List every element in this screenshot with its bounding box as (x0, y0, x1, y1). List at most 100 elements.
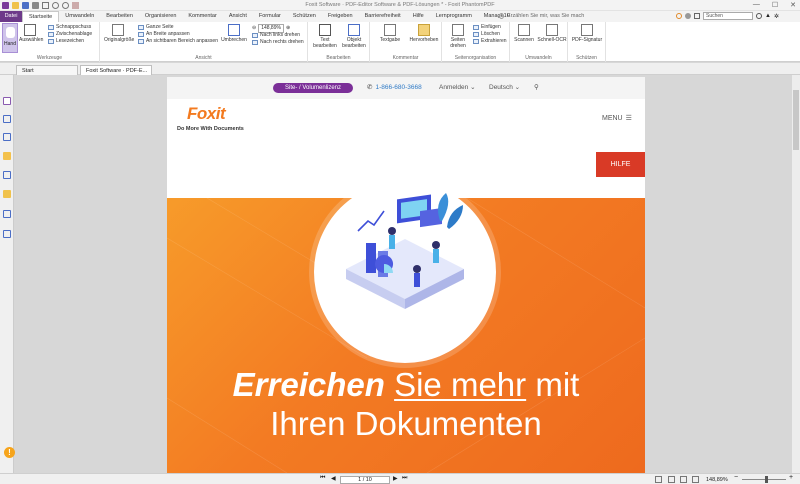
tab-schuetzen[interactable]: Schützen (287, 11, 322, 22)
anmelden-link[interactable]: Anmelden ⌄ (439, 83, 476, 93)
typewriter-icon (384, 24, 396, 36)
insert-icon (473, 25, 479, 30)
group-label-seitenorganisation: Seitenorganisation (454, 55, 497, 61)
comments-icon[interactable] (3, 152, 11, 160)
headline-underline[interactable]: Sie mehr (394, 366, 526, 403)
hervorheben-button[interactable]: Hervorheben (408, 24, 440, 43)
zoom-slider-plus[interactable]: + (789, 474, 793, 481)
extrahieren-button[interactable]: Extrahieren (473, 38, 507, 45)
an-breite-label: An Breite anpassen (146, 31, 190, 37)
menu-button[interactable]: MENU ☰ (602, 114, 632, 123)
tab-hilfe[interactable]: Hilfe (407, 11, 430, 22)
zoom-slider[interactable] (742, 479, 786, 480)
an-breite-button[interactable]: An Breite anpassen (138, 31, 190, 38)
attachments-icon[interactable] (3, 171, 11, 179)
schnell-ocr-button[interactable]: Schnell-OCR (537, 24, 567, 43)
zoom-slider-thumb[interactable] (765, 476, 768, 483)
settings-icon[interactable] (676, 13, 682, 19)
links-drehen-button[interactable]: Nach links drehen (252, 32, 300, 39)
zoom-slider-minus[interactable]: − (734, 474, 738, 481)
schnappschuss-button[interactable]: Schnappschuss (48, 24, 91, 31)
single-page-view-icon[interactable] (655, 476, 662, 483)
zwischenablage-button[interactable]: Zwischenablage (48, 31, 92, 38)
notification-icon[interactable]: ! (4, 447, 15, 458)
phone-link[interactable]: ✆ 1-866-680-3668 (367, 83, 422, 93)
window-title: Foxit Software · PDF-Editor Software & P… (305, 2, 495, 8)
tools-icon[interactable] (3, 230, 11, 238)
tell-me-box[interactable]: Erzählen Sie mir, was Sie mach (499, 13, 584, 19)
security-icon[interactable] (3, 190, 11, 198)
facing-view-icon[interactable] (680, 476, 687, 483)
rechts-drehen-button[interactable]: Nach rechts drehen (252, 39, 304, 46)
close-button[interactable]: ✕ (790, 1, 796, 9)
group-kommentar: Textgabe Hervorheben Kommentar (370, 22, 442, 62)
layout-icon[interactable] (694, 13, 700, 19)
scannen-button[interactable]: Scannen (512, 24, 536, 43)
volume-license-pill[interactable]: Site- / Volumenlizenz (273, 83, 353, 93)
search-icon[interactable] (756, 13, 762, 19)
zoom-level[interactable]: 148,89% (706, 476, 728, 484)
hand-icon (6, 27, 15, 38)
originalgroesse-label: Originalgröße (104, 37, 135, 43)
language-select[interactable]: Deutsch ⌄ (489, 83, 520, 93)
loeschen-button[interactable]: Löschen (473, 31, 500, 38)
rechts-drehen-label: Nach rechts drehen (260, 39, 304, 45)
minimize-button[interactable]: — (753, 1, 760, 9)
ganze-seite-button[interactable]: Ganze Seite (138, 24, 174, 31)
zwischenablage-label: Zwischenablage (56, 31, 93, 37)
foxit-logo[interactable]: Foxit (187, 105, 226, 123)
phone-number: 1-866-680-3668 (375, 84, 422, 91)
group-seitenorganisation: Seiten drehen Einfügen Löschen Extrahier… (442, 22, 510, 62)
tab-formular[interactable]: Formular (253, 11, 287, 22)
settings-gear-icon[interactable]: ✲ (774, 13, 779, 20)
maximize-button[interactable]: ☐ (772, 1, 778, 9)
spread-view-icon[interactable] (692, 476, 699, 483)
search-input[interactable]: Suchen (703, 12, 753, 20)
hand-button[interactable]: Hand (2, 23, 18, 53)
phone-icon: ✆ (367, 84, 373, 91)
menu-label: MENU (602, 114, 623, 122)
tab-ansicht[interactable]: Ansicht (223, 11, 253, 22)
doc-tab-foxit[interactable]: Foxit Software · PDF-E... (80, 65, 152, 75)
objekt-bearbeiten-button[interactable]: Objekt bearbeiten (340, 24, 368, 49)
tab-organisieren[interactable]: Organisieren (139, 11, 183, 22)
up-icon[interactable]: ▲ (765, 13, 771, 19)
umbrechen-button[interactable]: Umbrechen (220, 24, 248, 43)
einfuegen-button[interactable]: Einfügen (473, 24, 501, 31)
tab-datei[interactable]: Datei (0, 11, 22, 22)
continuous-view-icon[interactable] (668, 476, 675, 483)
web-search-icon[interactable]: ⚲ (534, 83, 539, 93)
user-icon[interactable] (685, 13, 691, 19)
tab-kommentar[interactable]: Kommentar (182, 11, 222, 22)
bookmarks-icon[interactable] (3, 97, 11, 105)
pdf-signatur-button[interactable]: PDF-Signatur (570, 24, 604, 43)
scrollbar-thumb[interactable] (793, 90, 799, 150)
tab-startseite[interactable]: Startseite (22, 11, 60, 22)
pages-icon[interactable] (3, 115, 11, 123)
seiten-drehen-button[interactable]: Seiten drehen (445, 24, 471, 49)
tab-umwandeln[interactable]: Umwandeln (59, 11, 100, 22)
auswaehlen-button[interactable]: Auswählen (19, 24, 43, 43)
first-page-icon[interactable]: ⏮ (320, 475, 325, 482)
loeschen-label: Löschen (481, 31, 500, 37)
tab-barrierefreiheit[interactable]: Barrierefreiheit (359, 11, 407, 22)
lesezeichen-button[interactable]: Lesezeichen (48, 38, 84, 45)
text-bearbeiten-button[interactable]: Text bearbeiten (311, 24, 339, 49)
zoom-in-icon[interactable]: ⊕ (286, 25, 290, 32)
tab-freigeben[interactable]: Freigeben (322, 11, 359, 22)
next-page-icon[interactable]: ▶ (393, 475, 398, 482)
textgabe-button[interactable]: Textgabe (375, 24, 405, 43)
fields-icon[interactable] (3, 210, 11, 218)
page-number-input[interactable]: 1 / 10 (340, 476, 390, 484)
an-sichtbaren-button[interactable]: An sichtbaren Bereich anpassen (138, 38, 218, 45)
prev-page-icon[interactable]: ◀ (331, 475, 336, 482)
einfuegen-label: Einfügen (481, 24, 501, 30)
doc-tab-start[interactable]: Start (16, 65, 78, 75)
originalgroesse-button[interactable]: Originalgröße (104, 24, 135, 43)
tab-lernprogramm[interactable]: Lernprogramm (430, 11, 478, 22)
hilfe-button[interactable]: HILFE (596, 152, 645, 177)
last-page-icon[interactable]: ⏭ (402, 475, 407, 482)
tab-bearbeiten[interactable]: Bearbeiten (100, 11, 139, 22)
layers-icon[interactable] (3, 133, 11, 141)
zoom-out-icon[interactable]: ⊖ (252, 25, 256, 32)
